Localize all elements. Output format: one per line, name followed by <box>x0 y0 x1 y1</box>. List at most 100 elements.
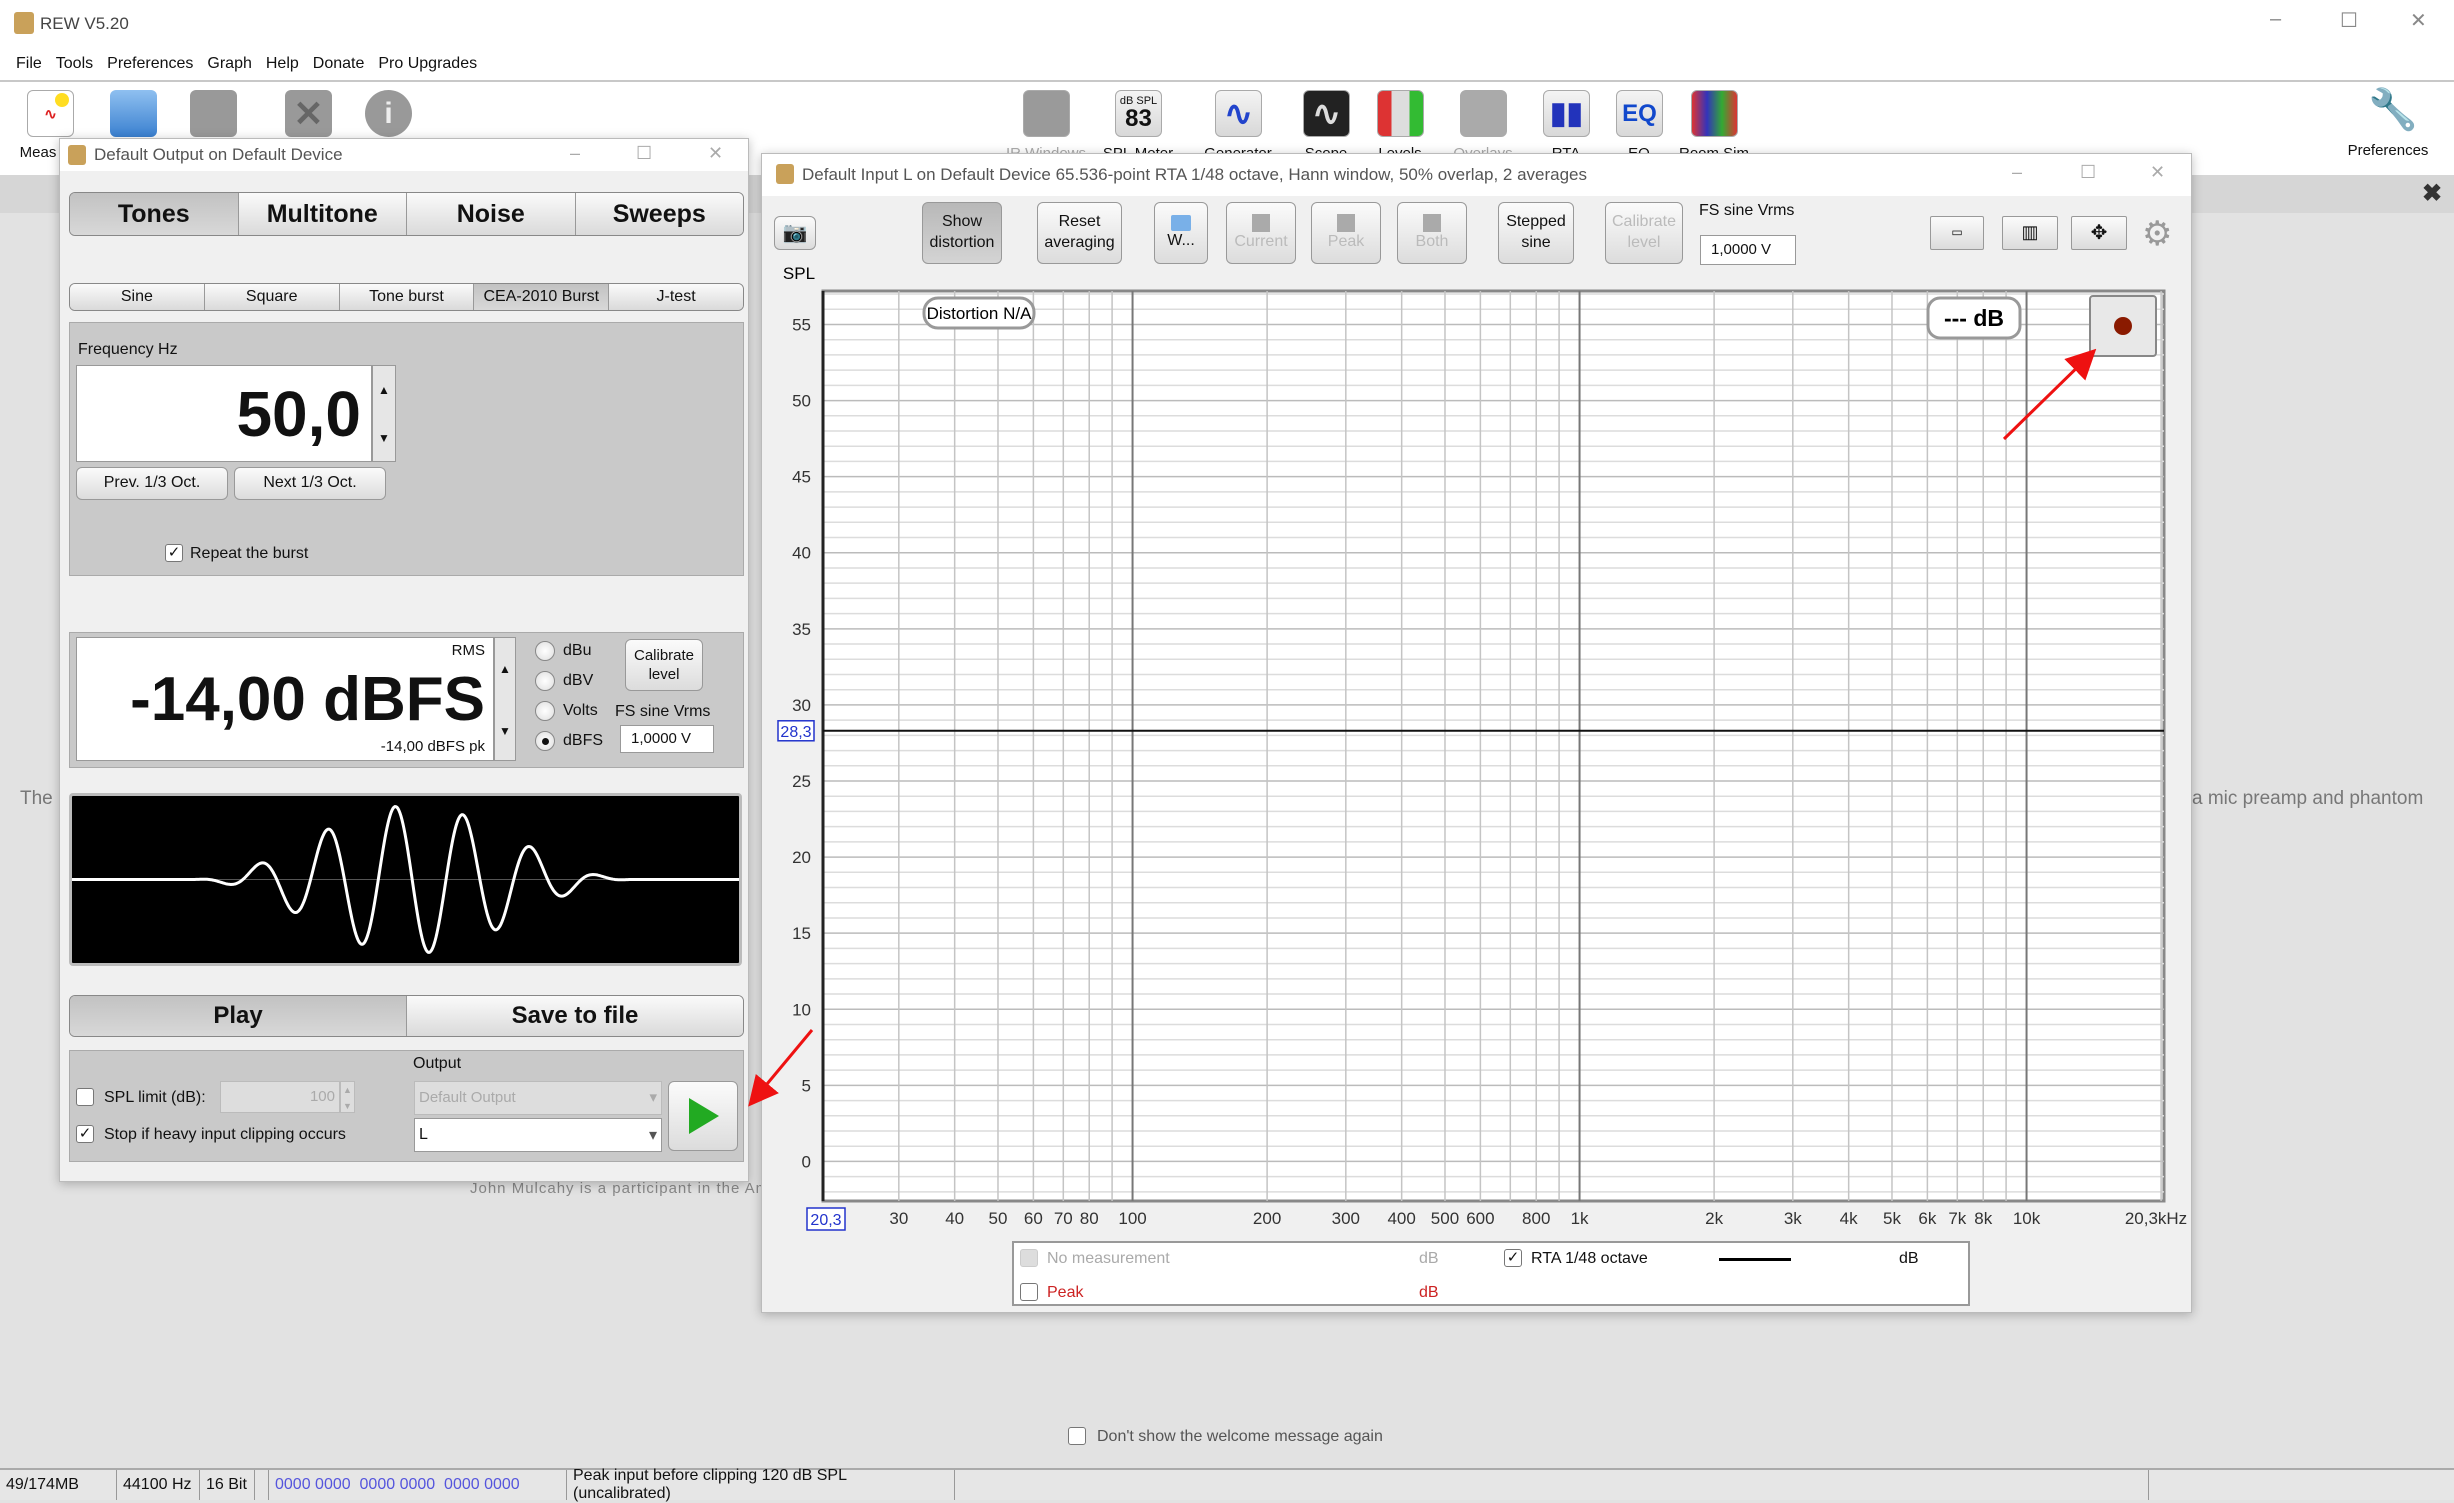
graph-limits-icon[interactable]: ▭ <box>1930 216 1984 250</box>
prev-third-octave-button[interactable]: Prev. 1/3 Oct. <box>76 467 228 500</box>
status-bit-depth: 16 Bit <box>200 1470 255 1500</box>
menu-help[interactable]: Help <box>266 55 299 73</box>
menu-graph[interactable]: Graph <box>207 55 251 73</box>
spl-limit-input[interactable]: 100 <box>220 1081 340 1113</box>
tab-noise[interactable]: Noise <box>407 193 576 235</box>
info-icon[interactable]: i <box>365 90 412 137</box>
subtab-tone-burst[interactable]: Tone burst <box>339 284 475 310</box>
close-button[interactable]: ✕ <box>2150 162 2165 183</box>
rta-icon[interactable]: ▮▮ <box>1543 90 1590 137</box>
pan-arrows-icon[interactable]: ✥ <box>2071 216 2127 250</box>
stop-clipping-checkbox[interactable]: ✓ <box>76 1125 94 1143</box>
chevron-down-icon: ▾ <box>648 1127 657 1144</box>
save-to-file-tab[interactable]: Save to file <box>407 996 743 1036</box>
subtab-square[interactable]: Square <box>204 284 340 310</box>
columns-icon[interactable]: ▥ <box>2002 216 2058 250</box>
close-button[interactable]: ✕ <box>708 143 723 164</box>
play-icon <box>689 1098 719 1134</box>
maximize-button[interactable]: ☐ <box>636 143 652 164</box>
menu-donate[interactable]: Donate <box>313 55 365 73</box>
close-button[interactable]: ✕ <box>2410 8 2427 33</box>
wrench-icon[interactable]: 🔧 <box>2368 86 2418 133</box>
welcome-text-right: a mic preamp and phantom <box>2192 788 2424 809</box>
legend-peak-label: Peak <box>1047 1284 1084 1301</box>
x-tick-label: 50 <box>989 1209 1008 1228</box>
minimize-button[interactable]: – <box>570 143 580 164</box>
y-tick-label: 5 <box>802 1076 811 1095</box>
subtab-sine[interactable]: Sine <box>70 284 205 310</box>
close-welcome-icon[interactable]: ✖ <box>2422 179 2442 208</box>
legend-rta-checkbox[interactable]: ✓ <box>1504 1249 1522 1267</box>
remove-icon[interactable]: ✕ <box>285 90 332 137</box>
maximize-button[interactable]: ☐ <box>2080 162 2096 183</box>
legend-no-measurement-checkbox[interactable] <box>1020 1249 1038 1267</box>
level-stepper[interactable]: ▲ ▼ <box>494 637 516 761</box>
calibrate-level-button[interactable]: Calibrate level <box>625 639 703 691</box>
plot-area <box>821 289 2166 1203</box>
play-tab[interactable]: Play <box>70 996 407 1036</box>
measure-icon[interactable]: ∿ <box>27 90 74 137</box>
camera-icon[interactable]: 📷 <box>774 216 816 250</box>
output-channel-select[interactable]: L ▾ <box>414 1118 662 1152</box>
scope-icon[interactable]: ∿ <box>1303 90 1350 137</box>
unit-dbv-radio[interactable] <box>535 671 555 691</box>
spl-limit-checkbox[interactable] <box>76 1088 94 1106</box>
fs-sine-label: FS sine Vrms <box>1699 202 1795 219</box>
save-icon[interactable] <box>190 90 237 137</box>
app-title: REW V5.20 <box>40 14 129 33</box>
fs-sine-input[interactable]: 1,0000 V <box>620 725 714 753</box>
eq-icon[interactable]: EQ <box>1616 90 1663 137</box>
minimize-button[interactable]: – <box>2012 162 2022 183</box>
legend-peak-checkbox[interactable] <box>1020 1283 1038 1301</box>
x-tick-label: 60 <box>1024 1209 1043 1228</box>
tab-tones[interactable]: Tones <box>70 193 239 235</box>
generator-window: Default Output on Default Device – ☐ ✕ T… <box>59 138 749 1182</box>
unit-dbu-radio[interactable] <box>535 641 555 661</box>
app-icon <box>14 12 34 34</box>
menu-pro-upgrades[interactable]: Pro Upgrades <box>378 55 477 73</box>
ir-windows-icon[interactable] <box>1023 90 1070 137</box>
room-sim-icon[interactable] <box>1691 90 1738 137</box>
dont-show-label: Don't show the welcome message again <box>1097 1428 1383 1445</box>
levels-icon[interactable] <box>1377 90 1424 137</box>
output-device-select[interactable]: Default Output ▾ <box>414 1081 662 1115</box>
level-display[interactable]: RMS -14,00 dBFS -14,00 dBFS pk <box>76 637 494 761</box>
menu-preferences[interactable]: Preferences <box>107 55 193 73</box>
legend: No measurement dB ✓ RTA 1/48 octave dB P… <box>1012 1241 1970 1306</box>
menu-tools[interactable]: Tools <box>56 55 93 73</box>
y-tick-label: 45 <box>792 468 811 487</box>
preferences-label[interactable]: Preferences <box>2333 142 2443 159</box>
credit-text: John Mulcahy is a participant in the Ama <box>470 1180 779 1197</box>
unit-dbfs-radio[interactable] <box>535 731 555 751</box>
maximize-button[interactable]: ☐ <box>2340 8 2358 33</box>
spl-meter-icon[interactable]: dB SPL 83 <box>1115 90 1162 137</box>
unit-volts-radio[interactable] <box>535 701 555 721</box>
subtab-j-test[interactable]: J-test <box>609 284 743 310</box>
frequency-stepper[interactable]: ▲ ▼ <box>372 365 396 462</box>
minimize-button[interactable]: – <box>2270 8 2281 31</box>
generator-icon[interactable]: ∿ <box>1215 90 1262 137</box>
next-third-octave-button[interactable]: Next 1/3 Oct. <box>234 467 386 500</box>
cursor-y-label: 28,3 <box>780 724 811 741</box>
rta-chart[interactable]: SPL 0 5 10 15 20 25 30 35 40 45 50 55 30 40 50 60 70 80 100… <box>762 250 2193 1310</box>
dont-show-checkbox[interactable] <box>1068 1427 1086 1445</box>
tab-multitone[interactable]: Multitone <box>238 193 407 235</box>
overlays-icon[interactable] <box>1460 90 1507 137</box>
menu-file[interactable]: File <box>16 55 42 73</box>
gear-icon[interactable]: ⚙ <box>2142 214 2172 254</box>
play-button[interactable] <box>668 1081 738 1151</box>
db-readout: --- dB <box>1944 305 2004 331</box>
tab-sweeps[interactable]: Sweeps <box>575 193 743 235</box>
window-icon <box>776 164 794 184</box>
cursor-x-label: 20,3 <box>810 1212 841 1229</box>
subtab-cea-2010-burst[interactable]: CEA-2010 Burst <box>474 284 610 310</box>
frequency-input[interactable]: 50,0 <box>76 365 372 462</box>
x-tick-label: 400 <box>1387 1209 1415 1228</box>
legend-rta-line <box>1719 1258 1791 1261</box>
spl-limit-stepper[interactable]: ▲ ▼ <box>340 1081 355 1113</box>
repeat-burst-checkbox[interactable]: ✓ <box>165 544 183 562</box>
rms-label: RMS <box>451 642 485 659</box>
rta-titlebar: Default Input L on Default Device 65.536… <box>762 154 2191 196</box>
open-folder-icon[interactable] <box>110 90 157 137</box>
unit-dbfs-label: dBFS <box>563 732 604 749</box>
